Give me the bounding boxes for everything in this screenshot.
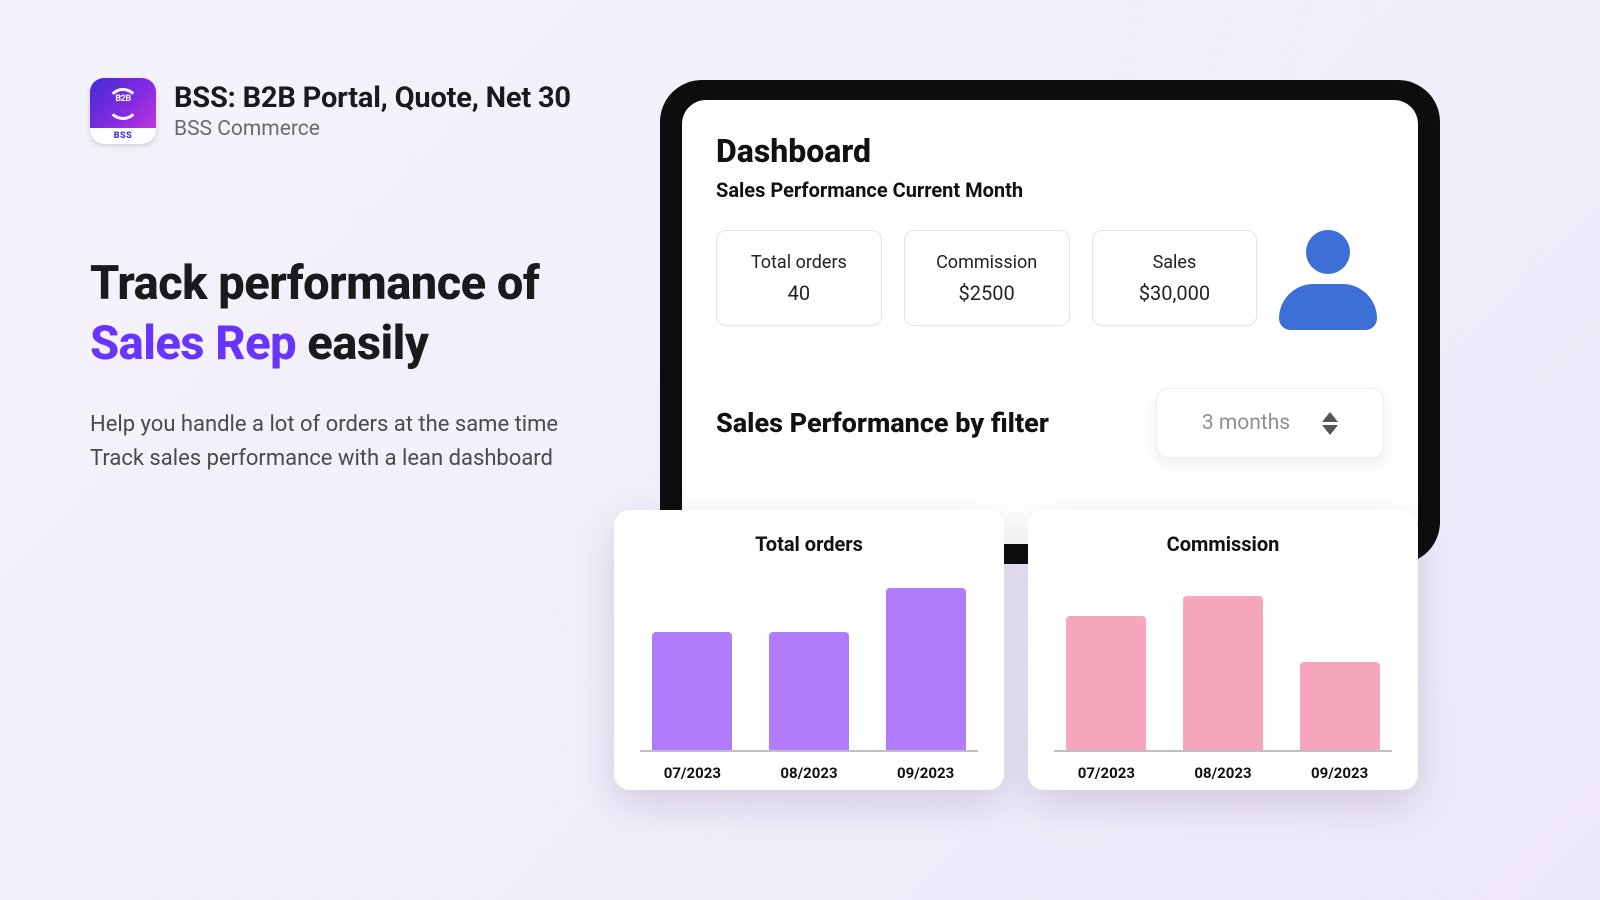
chart-bar [769,632,849,752]
hero-line1: Track performance of [90,256,539,311]
stat-label: Total orders [751,252,847,273]
chart-bar [652,632,732,752]
refresh-circle-icon [107,88,139,120]
hero-line2-suffix: easily [296,316,428,371]
stat-card-total-orders: Total orders 40 [716,230,882,326]
chart-x-label: 09/2023 [1300,764,1380,782]
logo-b2b-text: B2B [115,94,130,104]
app-title: BSS: B2B Portal, Quote, Net 30 [174,81,571,115]
chart-x-label: 08/2023 [769,764,849,782]
stat-value: 40 [788,281,810,305]
app-header: B2B BSS BSS: B2B Portal, Quote, Net 30 B… [90,78,571,144]
app-subtitle: BSS Commerce [174,117,571,141]
filter-row: Sales Performance by filter 3 months [716,388,1384,458]
stat-card-commission: Commission $2500 [904,230,1070,326]
chart-bar [1183,596,1263,752]
chevron-down-icon [1322,425,1338,435]
stat-label: Commission [936,252,1037,273]
filter-select-value: 3 months [1202,411,1290,435]
dashboard-screen: Dashboard Sales Performance Current Mont… [682,100,1418,544]
stat-label: Sales [1153,252,1197,273]
stat-value: $2500 [959,281,1015,305]
chart-baseline [1054,750,1392,752]
chart-card-total-orders: Total orders 07/2023 08/2023 09/2023 [614,510,1004,790]
hero-section: Track performance of Sales Rep easily He… [90,254,650,477]
chart-x-labels: 07/2023 08/2023 09/2023 [634,764,984,782]
filter-title: Sales Performance by filter [716,407,1049,439]
chart-bar [1300,662,1380,752]
chart-x-label: 08/2023 [1183,764,1263,782]
chevron-up-icon [1322,412,1338,422]
chart-bar [1066,616,1146,752]
chart-x-labels: 07/2023 08/2023 09/2023 [1048,764,1398,782]
stepper-icon [1322,412,1338,435]
dashboard-title: Dashboard [716,132,1384,170]
chart-x-label: 07/2023 [652,764,732,782]
chart-title: Commission [1048,532,1398,556]
chart-title: Total orders [634,532,984,556]
chart-x-label: 09/2023 [886,764,966,782]
chart-bar [886,588,966,752]
logo-bss-label: BSS [90,128,156,144]
filter-select[interactable]: 3 months [1156,388,1384,458]
tablet-frame: Dashboard Sales Performance Current Mont… [660,80,1440,564]
hero-description: Help you handle a lot of orders at the s… [90,408,650,476]
app-logo: B2B BSS [90,78,156,144]
chart-baseline [640,750,978,752]
hero-heading: Track performance of Sales Rep easily [90,254,650,374]
chart-card-commission: Commission 07/2023 08/2023 09/2023 [1028,510,1418,790]
stat-card-sales: Sales $30,000 [1092,230,1258,326]
hero-accent: Sales Rep [90,316,296,371]
chart-bars [634,566,984,752]
dashboard-subtitle: Sales Performance Current Month [716,178,1384,202]
stat-value: $30,000 [1139,281,1210,305]
chart-bars [1048,566,1398,752]
stat-cards-row: Total orders 40 Commission $2500 Sales $… [716,230,1384,330]
user-icon [1279,230,1376,330]
chart-x-label: 07/2023 [1066,764,1146,782]
